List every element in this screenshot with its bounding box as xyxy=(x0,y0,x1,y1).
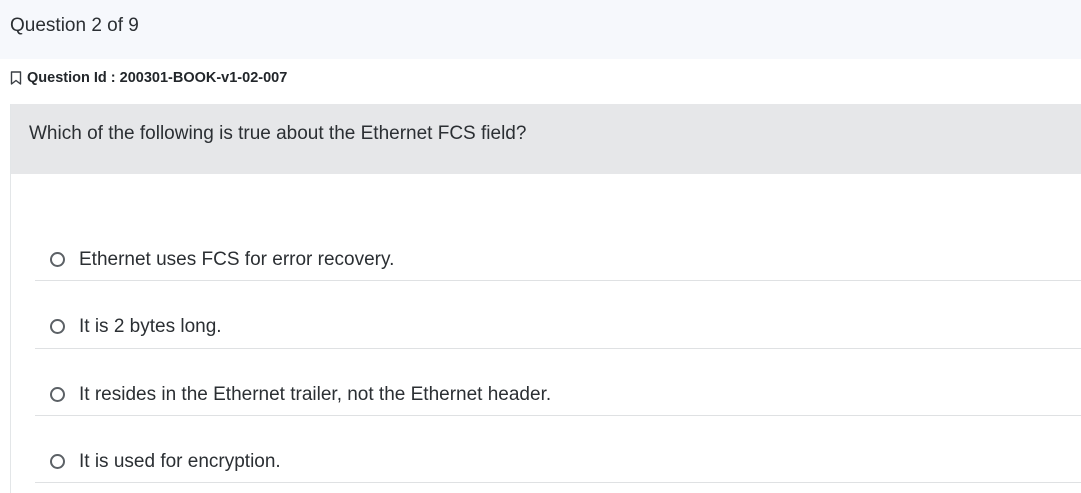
radio-unchecked-icon[interactable] xyxy=(50,454,65,469)
answer-option-label: It resides in the Ethernet trailer, not … xyxy=(79,384,552,405)
bookmark-icon[interactable] xyxy=(10,71,22,85)
radio-unchecked-icon[interactable] xyxy=(50,319,65,334)
answer-option-label: Ethernet uses FCS for error recovery. xyxy=(79,249,395,270)
answer-option-label: It is 2 bytes long. xyxy=(79,316,222,337)
question-card: Which of the following is true about the… xyxy=(10,104,1081,493)
question-id-row: Question Id : 200301-BOOK-v1-02-007 xyxy=(10,68,287,88)
radio-unchecked-icon[interactable] xyxy=(50,387,65,402)
top-bar: Question 2 of 9 xyxy=(0,0,1081,59)
answer-option-2[interactable]: It is 2 bytes long. xyxy=(35,282,1081,349)
question-id: Question Id : 200301-BOOK-v1-02-007 xyxy=(27,70,288,86)
question-text: Which of the following is true about the… xyxy=(29,123,527,144)
answer-option-1[interactable]: Ethernet uses FCS for error recovery. xyxy=(35,214,1081,281)
answer-option-4[interactable]: It is used for encryption. xyxy=(35,416,1081,483)
answer-option-3[interactable]: It resides in the Ethernet trailer, not … xyxy=(35,349,1081,416)
question-stem-box: Which of the following is true about the… xyxy=(11,104,1081,174)
radio-unchecked-icon[interactable] xyxy=(50,252,65,267)
answer-option-label: It is used for encryption. xyxy=(79,451,281,472)
question-progress: Question 2 of 9 xyxy=(10,15,139,36)
